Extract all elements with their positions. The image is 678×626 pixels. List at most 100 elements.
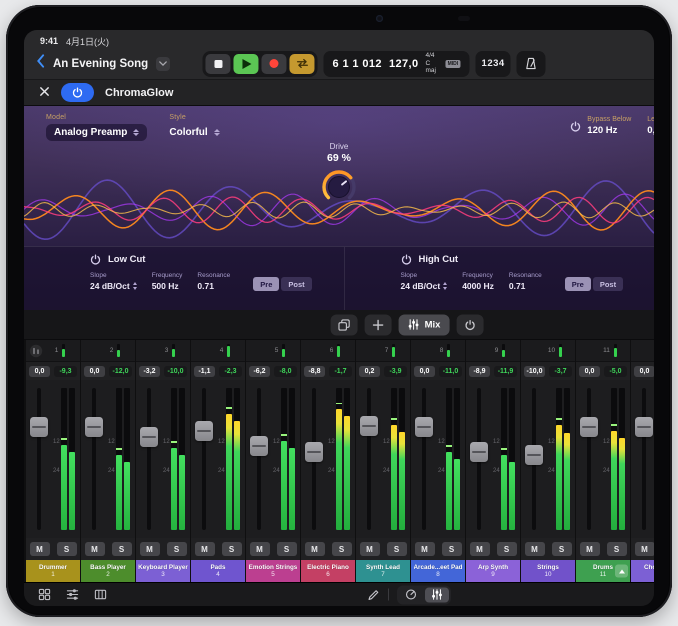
- style-control[interactable]: Style Colorful: [169, 114, 219, 141]
- fader-track[interactable]: [642, 388, 646, 530]
- solo-button[interactable]: S: [277, 542, 297, 556]
- volume-value[interactable]: -8,8: [304, 366, 325, 377]
- fader-handle[interactable]: [360, 416, 378, 436]
- volume-value[interactable]: -3,2: [139, 366, 160, 377]
- fader-handle[interactable]: [635, 417, 653, 437]
- high-cut-frequency[interactable]: Frequency 4000 Hz: [462, 272, 494, 291]
- mute-button[interactable]: M: [470, 542, 490, 556]
- fader-track[interactable]: [202, 388, 206, 530]
- peak-value[interactable]: -3,7: [549, 366, 572, 377]
- volume-value[interactable]: -8,9: [469, 366, 490, 377]
- mixer-view-button[interactable]: [425, 587, 449, 602]
- lcd-display[interactable]: 6 1 1 012 127,0 4/4 C maj MIDI: [323, 51, 469, 77]
- mix-view-button[interactable]: Mix: [399, 314, 450, 335]
- fader-handle[interactable]: [140, 427, 158, 447]
- fader-track[interactable]: [147, 388, 151, 530]
- fader-handle[interactable]: [415, 417, 433, 437]
- fader-track[interactable]: [37, 388, 41, 530]
- editors-button[interactable]: [66, 588, 79, 601]
- pre-button[interactable]: Pre: [565, 277, 591, 291]
- solo-button[interactable]: S: [167, 542, 187, 556]
- play-button[interactable]: [233, 54, 258, 74]
- peak-value[interactable]: -1,7: [329, 366, 352, 377]
- count-in-button[interactable]: 1234: [476, 51, 511, 77]
- mute-button[interactable]: M: [635, 542, 655, 556]
- peak-value[interactable]: -9,3: [54, 366, 77, 377]
- solo-button[interactable]: S: [332, 542, 352, 556]
- mixer-power-button[interactable]: [456, 314, 483, 335]
- mute-button[interactable]: M: [525, 542, 545, 556]
- fader-track[interactable]: [422, 388, 426, 530]
- solo-button[interactable]: S: [442, 542, 462, 556]
- volume-value[interactable]: 0,0: [414, 366, 435, 377]
- volume-value[interactable]: 0,2: [359, 366, 380, 377]
- peak-value[interactable]: -3,9: [384, 366, 407, 377]
- mute-button[interactable]: M: [415, 542, 435, 556]
- drive-knob[interactable]: [319, 167, 359, 207]
- fader-track[interactable]: [367, 388, 371, 530]
- high-cut-resonance[interactable]: Resonance 0.71: [509, 272, 542, 291]
- mute-button[interactable]: M: [250, 542, 270, 556]
- browser-button[interactable]: [38, 588, 51, 601]
- stop-button[interactable]: [205, 54, 230, 74]
- track-label[interactable]: Electric Piano6: [301, 560, 355, 582]
- close-icon[interactable]: [39, 84, 50, 102]
- level-control[interactable]: Level 0,0: [647, 116, 654, 136]
- mute-button[interactable]: M: [305, 542, 325, 556]
- track-label[interactable]: Arp Synth9: [466, 560, 520, 582]
- mute-button[interactable]: M: [360, 542, 380, 556]
- expand-track-stack-icon[interactable]: [615, 565, 628, 578]
- pre-button[interactable]: Pre: [253, 277, 279, 291]
- fader-handle[interactable]: [30, 417, 48, 437]
- peak-value[interactable]: -11,9: [494, 366, 517, 377]
- volume-value[interactable]: -6,2: [249, 366, 270, 377]
- fader-handle[interactable]: [85, 417, 103, 437]
- fader-track[interactable]: [92, 388, 96, 530]
- mute-button[interactable]: M: [85, 542, 105, 556]
- solo-button[interactable]: S: [497, 542, 517, 556]
- track-label[interactable]: Strings10: [521, 560, 575, 582]
- keyboard-button[interactable]: [94, 588, 107, 601]
- volume-value[interactable]: 0,0: [579, 366, 600, 377]
- song-title[interactable]: An Evening Song: [53, 58, 148, 70]
- duplicate-button[interactable]: [331, 314, 358, 335]
- peak-value[interactable]: -11,0: [439, 366, 462, 377]
- mute-button[interactable]: M: [140, 542, 160, 556]
- back-chevron-icon[interactable]: [36, 54, 45, 73]
- volume-value[interactable]: -10,0: [524, 366, 545, 377]
- bypass-control[interactable]: Bypass Below 120 Hz: [570, 116, 631, 136]
- track-label[interactable]: Drums11: [576, 560, 630, 582]
- peak-value[interactable]: -2,3: [219, 366, 242, 377]
- high-cut-slope[interactable]: Slope 24 dB/Oct: [401, 272, 448, 291]
- peak-value[interactable]: -10,0: [164, 366, 187, 377]
- record-button[interactable]: [261, 54, 286, 74]
- solo-button[interactable]: S: [387, 542, 407, 556]
- power-icon[interactable]: [570, 121, 581, 132]
- peak-value[interactable]: -5,0: [604, 366, 627, 377]
- fader-handle[interactable]: [470, 442, 488, 462]
- mute-button[interactable]: M: [580, 542, 600, 556]
- solo-button[interactable]: S: [607, 542, 627, 556]
- fader-handle[interactable]: [250, 436, 268, 456]
- peak-value[interactable]: -12,0: [109, 366, 132, 377]
- edit-button[interactable]: [367, 588, 380, 601]
- track-label[interactable]: Arcade...eet Pad8: [411, 560, 465, 582]
- add-track-button[interactable]: [365, 314, 392, 335]
- plugin-power-button[interactable]: [61, 83, 94, 102]
- controls-view-button[interactable]: [399, 587, 423, 602]
- volume-value[interactable]: -1,1: [194, 366, 215, 377]
- post-button[interactable]: Post: [593, 277, 623, 291]
- high-cut-power-button[interactable]: [401, 254, 412, 265]
- track-label[interactable]: Chorus V12: [631, 560, 654, 582]
- track-label[interactable]: Synth Lead7: [356, 560, 410, 582]
- fader-handle[interactable]: [195, 421, 213, 441]
- low-cut-frequency[interactable]: Frequency 500 Hz: [152, 272, 183, 291]
- song-menu-button[interactable]: [156, 57, 170, 71]
- mute-button[interactable]: M: [195, 542, 215, 556]
- fader-handle[interactable]: [580, 417, 598, 437]
- track-label[interactable]: Pads4: [191, 560, 245, 582]
- cycle-button[interactable]: [289, 54, 314, 74]
- track-label[interactable]: Keyboard Player3: [136, 560, 190, 582]
- post-button[interactable]: Post: [281, 277, 311, 291]
- model-control[interactable]: Model Analog Preamp: [46, 114, 147, 141]
